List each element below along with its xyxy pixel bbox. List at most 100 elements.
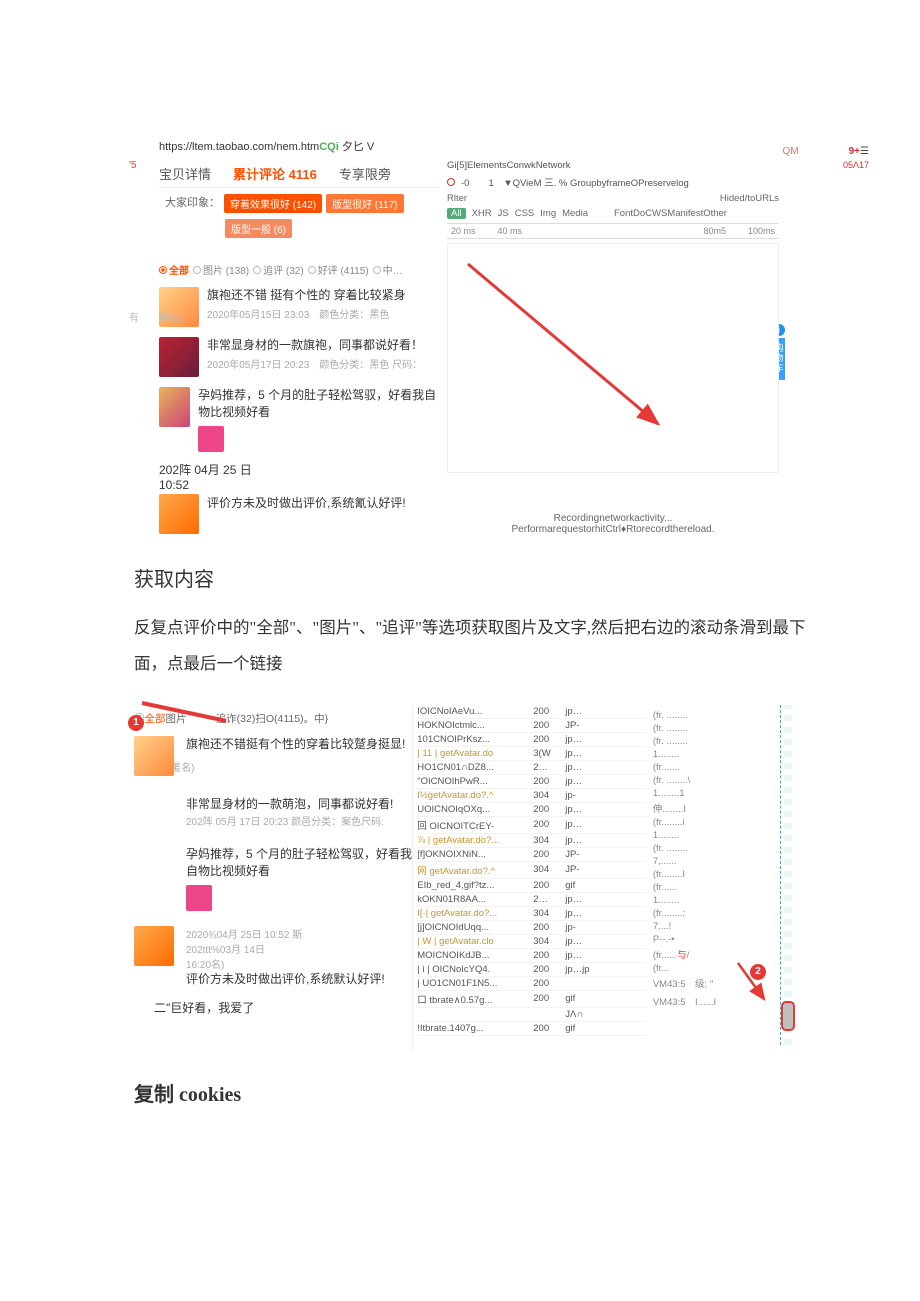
review-filters[interactable]: 全部 图片 (138) 追评 (32) 好评 (4115) 中… <box>159 262 439 277</box>
tab-detail[interactable]: 宝贝详情 <box>159 164 211 183</box>
review-thumb <box>134 926 174 966</box>
review-anon: 有"" 匿名) <box>134 759 412 774</box>
annotation-arrow <box>736 961 776 1014</box>
network-row[interactable]: !Itbrate.1407g...200gif <box>417 1022 647 1036</box>
network-row[interactable]: UOICNOIqOXq...200jp… <box>417 803 647 817</box>
waterfall-cell: (fr. ........ <box>653 709 738 722</box>
scrollbar-thumb[interactable] <box>783 1003 793 1029</box>
network-row[interactable]: | 11 | getAvatar.do3(Wjp… <box>417 747 647 761</box>
review-text: 旗袍还不错挺有个性的穿着比较蹵身挺显! <box>186 736 412 753</box>
review-text: 非常显身材的一款旗袍，同事都说好看！ <box>207 337 423 354</box>
devtools-canvas <box>447 243 779 473</box>
review-thumb <box>159 494 199 534</box>
network-row[interactable]: kOKN01R8AA...2…jp… <box>417 893 647 907</box>
review-item: 孕妈推荐，5 个月的肚子轻松驾驭，好看我自物比视频好看 <box>159 387 439 455</box>
review-item: 有 匿名) 旗袍还不错 挺有个性的 穿着比较紧身 2020年05月15日 23:… <box>159 287 439 327</box>
filter-type[interactable]: FontDoCWSManifestOther <box>614 208 727 219</box>
impression-badge[interactable]: 版型一般 (6) <box>225 219 292 238</box>
filter-good[interactable]: 好评 (4115) <box>308 262 369 277</box>
review-item: 2020¾04月 25日 10:52 斯 202ttt%03月 14日 16:2… <box>134 926 412 988</box>
record-icon[interactable] <box>447 178 455 186</box>
review-video-thumb[interactable] <box>198 426 224 452</box>
devtools-msg: Recordingnetworkactivity... <box>447 513 779 524</box>
devtools-panel[interactable]: Gi[5]ElementsConwkNetwork -0 1 ▼QVieM 三.… <box>439 160 779 535</box>
network-row[interactable]: 101CNOIPrKsz...200jp… <box>417 733 647 747</box>
network-row[interactable]: | W | getAvatar.clo304jp… <box>417 935 647 949</box>
waterfall-cell: 7,...... <box>653 855 738 868</box>
window-controls[interactable]: QM 9+☰ <box>783 146 870 157</box>
review-meta: 2020年05月15日 23:03 颜色分类：黑色 <box>207 306 406 321</box>
filter-type[interactable]: XHR <box>472 208 492 219</box>
network-row[interactable]: "OICNOIhPwR...200jp… <box>417 775 647 789</box>
waterfall-cell: (fr........I <box>653 868 738 881</box>
review-text: 二"巨好看，我爱了 <box>154 1000 412 1017</box>
filter-rest[interactable]: 追诈(32)扫O(4115)。中} <box>216 713 328 725</box>
section-heading: 获取内容 <box>134 563 920 592</box>
waterfall-cell: 1........ <box>653 829 738 842</box>
waterfall-cell: (fr....... <box>653 761 738 774</box>
network-row[interactable]: I[·| getAvatar.do?...304jp… <box>417 907 647 921</box>
review-item: 202阵 04月 25 日 10:52 评价方未及时做出评价,系统氰认好评! <box>159 461 439 534</box>
filter-append[interactable]: 追评 (32) <box>253 262 304 277</box>
network-row[interactable]: | UO1CN01F1N5...200 <box>417 977 647 991</box>
annotation-arrow <box>468 264 708 467</box>
review-meta: 202阵 05月 17日 20:23 颜邑分类：案色尺码: <box>186 813 412 828</box>
product-panel: 1 ⑤全部图片 追诈(32)扫O(4115)。中} 旗袍还不错挺有个性的穿着比较… <box>134 705 412 1051</box>
product-tabs[interactable]: 宝贝详情 累计评论 4116 专享限旁 <box>159 160 439 188</box>
review-item: 非常显身材的一款旗袍，同事都说好看！ 2020年05月17日 20:23 颜色分… <box>159 337 439 377</box>
review-video-thumb[interactable] <box>186 885 212 911</box>
network-row[interactable]: JΛ∩ <box>417 1008 647 1022</box>
devtools-timeline: 20 ms 40 ms 80m5 100ms <box>447 223 779 239</box>
body-paragraph: 反复点评价中的"全部"、"图片"、"追评"等选项获取图片及文字,然后把右边的滚动… <box>134 610 830 683</box>
impression-badge[interactable]: 版型很好 (117) <box>326 194 403 213</box>
margin-note: '5 <box>129 160 136 171</box>
filter-type[interactable]: Media <box>562 208 588 219</box>
sub-indicator: 05Λ17 <box>843 160 869 170</box>
network-row[interactable]: | i | OICNoIcYQ4.200jp…jp <box>417 963 647 977</box>
review-text: 评价方未及时做出评价,系统氰认好评! <box>207 494 406 534</box>
network-table[interactable]: IOICNoIAeVu...200jp…HOKNOIctmlc...200JP-… <box>412 705 651 1051</box>
review-text: 评价方未及时做出评价,系统默认好评! <box>186 971 412 988</box>
filter-mid[interactable]: 中… <box>373 262 403 277</box>
network-row[interactable]: MOICNOIKdJB...200jp… <box>417 949 647 963</box>
waterfall-cell: VM43:5 I......I <box>653 993 738 1009</box>
network-row[interactable]: HOKNOIctmlc...200JP- <box>417 719 647 733</box>
network-row[interactable]: 网 getAvatar.do?.^304JP- <box>417 862 647 879</box>
impression-badge[interactable]: 穿着效果很好 (142) <box>224 194 322 213</box>
filter-type[interactable]: CSS <box>515 208 535 219</box>
network-row[interactable]: EIb_red_4,gif?tz...200gif <box>417 879 647 893</box>
review-text: 孕妈推荐，5 个月的肚子轻松驾驭，好看我自物比视频好看 <box>186 846 412 881</box>
tab-reviews[interactable]: 累计评论 4116 <box>233 164 317 183</box>
filter-all[interactable]: 全部 <box>159 262 189 277</box>
screenshot-2: 1 ⑤全部图片 追诈(32)扫O(4115)。中} 旗袍还不错挺有个性的穿着比较… <box>134 705 794 1051</box>
devtools-toolbar[interactable]: -0 1 ▼QVieM 三. % GroupbyframeOPreservelo… <box>447 175 779 189</box>
filter-type[interactable]: JS <box>498 208 509 219</box>
network-row[interactable]: HO1CN01∩DZ8...2…jp… <box>417 761 647 775</box>
network-row[interactable]: 口 tbrate∧0.57g...200gif <box>417 991 647 1008</box>
review-item: 二"巨好看，我爱了 <box>134 1000 412 1038</box>
review-thumb <box>159 337 199 377</box>
review-meta: 2020¾04月 25日 10:52 斯 202ttt%03月 14日 16:2… <box>186 926 412 971</box>
network-row[interactable]: [f]OKNOIXNiN...200JP- <box>417 848 647 862</box>
review-item: 孕妈推荐，5 个月的肚子轻松驾驭，好看我自物比视频好看 <box>134 846 412 914</box>
impression-row: 大家印象： 穿着效果很好 (142) 版型很好 (117) <box>159 188 439 213</box>
devtools-type-row[interactable]: All XHR JS CSS Img Media FontDoCWSManife… <box>447 208 779 219</box>
devtools-filter-row[interactable]: Rlter Hided/toURLs <box>447 193 779 204</box>
waterfall-cell: (fr. ........ <box>653 842 738 855</box>
scroll-annotation: 2 <box>750 705 794 1051</box>
tab-exclusive[interactable]: 专享限旁 <box>339 164 391 183</box>
network-row[interactable]: ⅞ | getAvatar.do?...304jp… <box>417 834 647 848</box>
review-thumb <box>159 387 190 427</box>
annotation-strike <box>142 701 228 731</box>
network-row[interactable]: 回 OICNOITCrEY-200jp… <box>417 817 647 834</box>
address-bar[interactable]: https://ltem.taobao.com/nem.htmCQi 夕匕 V <box>159 138 779 154</box>
filter-pic[interactable]: 图片 (138) <box>193 262 249 277</box>
waterfall-cell: VM43:5 级; " <box>653 975 738 991</box>
network-row[interactable]: [j]OICNOIdUqq...200jp- <box>417 921 647 935</box>
filter-type[interactable]: Img <box>540 208 556 219</box>
filter-type-all[interactable]: All <box>447 208 466 219</box>
devtools-tabs[interactable]: Gi[5]ElementsConwkNetwork <box>447 160 779 171</box>
waterfall-cell: 1........ <box>653 894 738 907</box>
network-row[interactable]: I½getAvatar.do?.^304jp- <box>417 789 647 803</box>
network-row[interactable]: IOICNoIAeVu...200jp… <box>417 705 647 719</box>
